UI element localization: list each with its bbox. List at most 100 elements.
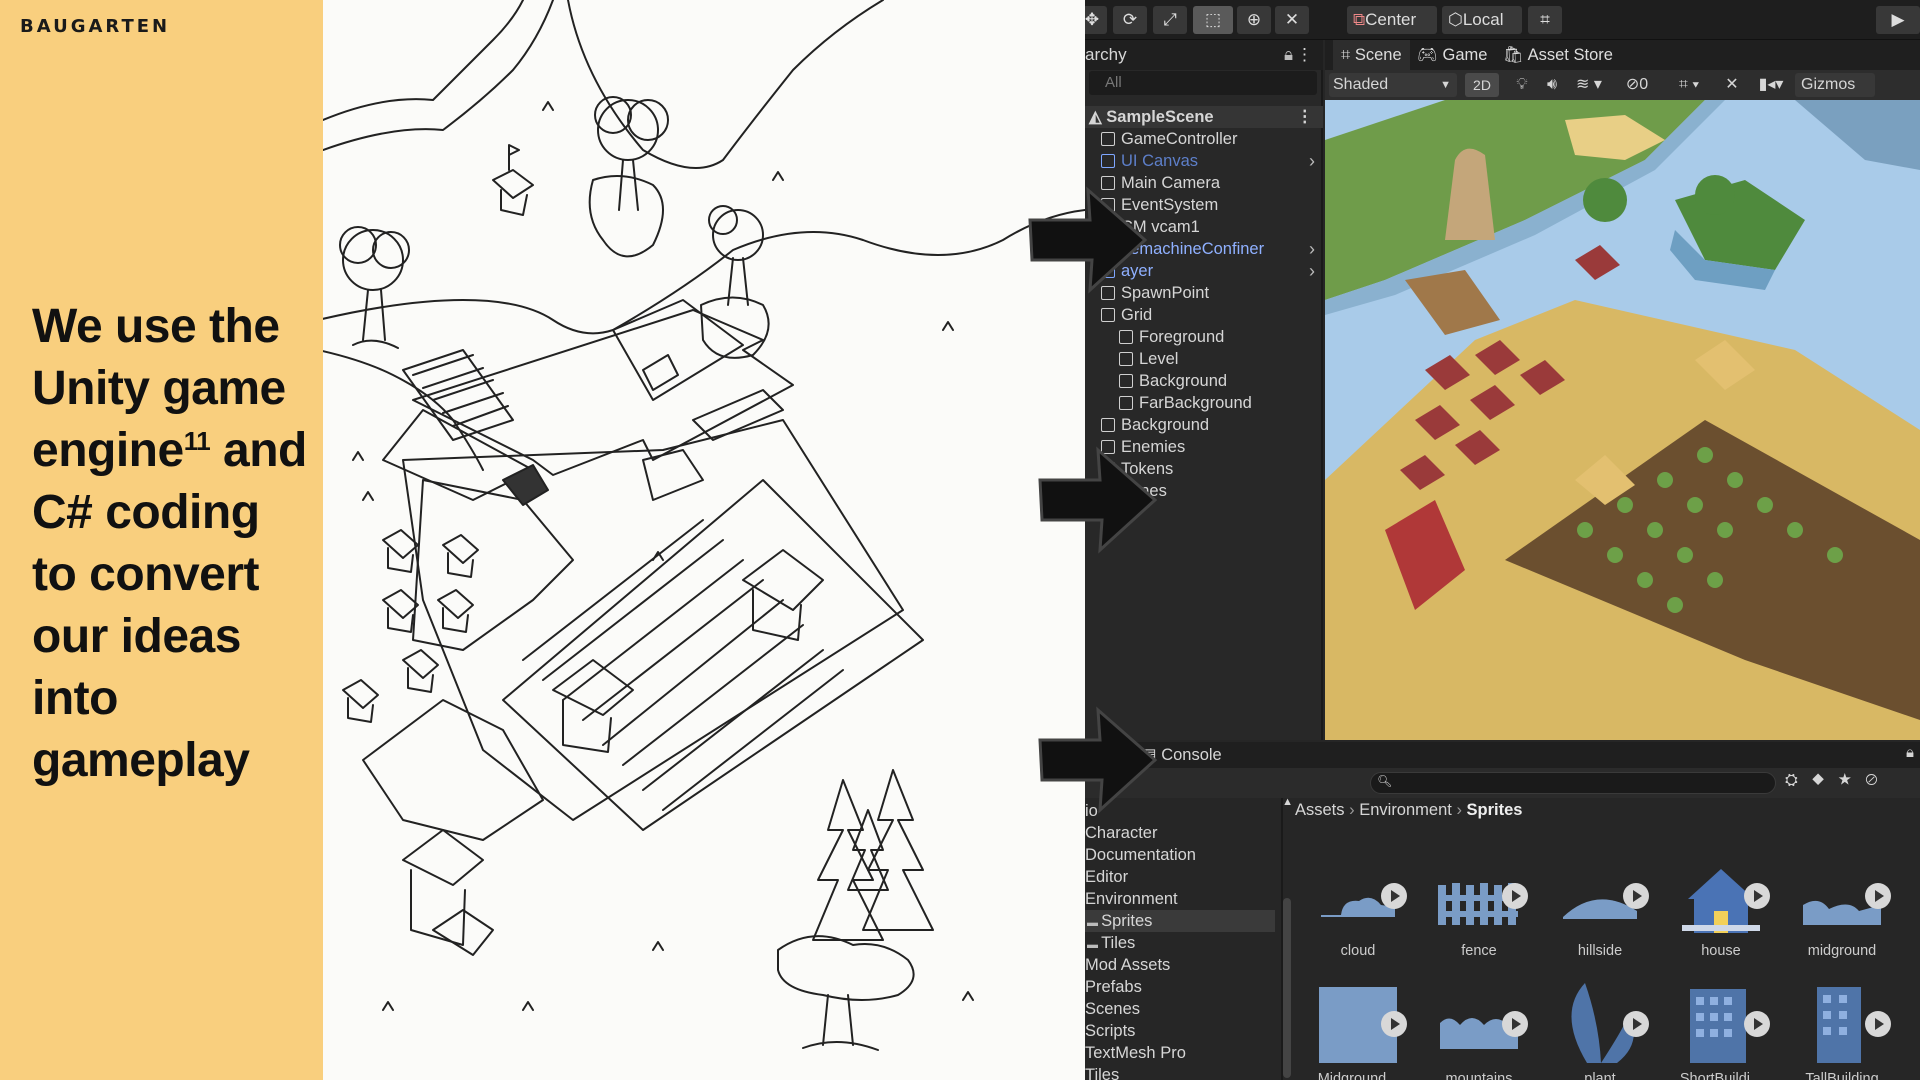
tab-scene[interactable]: ⌗ Scene [1333, 40, 1410, 70]
breadcrumb-assets[interactable]: Assets [1295, 801, 1345, 819]
play-circle-icon[interactable] [1623, 1011, 1649, 1037]
effects-icon[interactable]: ≋ ▾ [1567, 73, 1611, 97]
asset-tile[interactable]: cloud [1303, 855, 1413, 959]
play-circle-icon[interactable] [1381, 1011, 1407, 1037]
gizmos-dropdown[interactable]: Gizmos [1795, 73, 1875, 97]
folder-item[interactable]: ▬ Sprites [1085, 910, 1275, 932]
custom-tool-icon[interactable]: ✕ [1275, 6, 1309, 34]
scale-tool-icon[interactable]: ⤢ [1153, 6, 1187, 34]
shading-mode-dropdown[interactable]: Shaded ▼ [1329, 73, 1457, 97]
search-icon: 🔍︎ [1377, 774, 1393, 788]
folder-item-label: Mod Assets [1085, 956, 1171, 974]
asset-label: ShortBuildi... [1679, 1071, 1763, 1080]
asset-tile[interactable]: mountains [1424, 983, 1534, 1080]
folder-item[interactable]: Tiles [1085, 1064, 1275, 1080]
folder-item[interactable]: Scripts [1085, 1020, 1275, 1042]
asset-tile[interactable]: midground [1787, 855, 1897, 959]
play-circle-icon[interactable] [1744, 1011, 1770, 1037]
folder-item[interactable]: Scenes [1085, 998, 1275, 1020]
chevron-right-icon[interactable]: › [1309, 150, 1315, 172]
asset-tile[interactable]: ShortBuildi... [1666, 983, 1776, 1080]
folder-item-label: Sprites [1101, 912, 1153, 930]
asset-label: cloud [1340, 943, 1376, 959]
2d-mode-toggle[interactable]: 2D [1465, 73, 1499, 97]
footnote-marker: 11 [183, 426, 211, 456]
hierarchy-item[interactable]: Level [1085, 348, 1323, 370]
hierarchy-tab[interactable]: archy 🔒︎ ⋮ [1085, 40, 1323, 70]
kebab-menu-icon[interactable]: ⋮ [1296, 40, 1313, 70]
grid-toggle-icon[interactable]: ⌗ ▾ [1665, 73, 1713, 97]
lock-icon[interactable]: 🔒︎ [1906, 744, 1914, 761]
tab-asset-store[interactable]: 🛍︎ Asset Store [1503, 40, 1613, 70]
hierarchy-search-input[interactable]: All [1089, 71, 1317, 95]
scene-viewport[interactable] [1325, 100, 1920, 740]
hierarchy-item[interactable]: Foreground [1085, 326, 1323, 348]
hierarchy-item[interactable]: Background [1085, 414, 1323, 436]
breadcrumb-environment[interactable]: Environment [1359, 801, 1452, 819]
play-circle-icon[interactable] [1502, 883, 1528, 909]
hierarchy-item[interactable]: GameController [1085, 128, 1323, 150]
play-circle-icon[interactable] [1744, 883, 1770, 909]
play-circle-icon[interactable] [1623, 883, 1649, 909]
sprite-thumbnail [1315, 983, 1407, 1063]
folder-item[interactable]: Prefabs [1085, 976, 1275, 998]
folder-item-label: Documentation [1085, 846, 1196, 864]
headline-line: engine11 and [32, 420, 322, 482]
hierarchy-item-label: GameController [1121, 130, 1238, 148]
play-button[interactable]: ▶ [1876, 6, 1920, 34]
tools-icon[interactable]: ✕ [1717, 73, 1747, 97]
rotate-tool-icon[interactable]: ⟳ [1113, 6, 1147, 34]
sprite-thumbnail [1557, 983, 1649, 1063]
audio-icon[interactable]: 🔊︎ [1537, 73, 1567, 97]
lock-icon[interactable]: 🔒︎ [1284, 40, 1293, 70]
grid-snap-icon[interactable]: ⌗ [1528, 6, 1562, 34]
folder-item-label: TextMesh Pro [1085, 1044, 1186, 1062]
transform-tool-icon[interactable]: ⊕ [1237, 6, 1271, 34]
asset-tile[interactable]: TallBuilding [1787, 983, 1897, 1080]
asset-tile[interactable]: Midground... [1303, 983, 1413, 1080]
brand-logo: BAUGARTEN [20, 16, 171, 37]
hierarchy-item[interactable]: Grid [1085, 304, 1323, 326]
scroll-up-icon[interactable]: ▲ [1282, 796, 1293, 808]
hierarchy-item-label: Grid [1121, 306, 1153, 324]
camera-icon[interactable]: ▮◂▾ [1751, 73, 1791, 97]
asset-tile[interactable]: fence [1424, 855, 1534, 959]
space-local-button[interactable]: ⬡Local [1442, 6, 1522, 34]
project-search-input[interactable]: 🔍︎ [1370, 772, 1776, 794]
folder-item-label: Scripts [1085, 1022, 1136, 1040]
asset-tile[interactable]: house [1666, 855, 1776, 959]
move-tool-icon[interactable]: ✥ [1085, 6, 1107, 34]
folder-item[interactable]: ▬ Tiles [1085, 932, 1275, 954]
rect-tool-icon[interactable]: ⬚ [1193, 6, 1233, 34]
folder-item[interactable]: Mod Assets [1085, 954, 1275, 976]
hierarchy-item[interactable]: UI Canvas › [1085, 150, 1323, 172]
hierarchy-item[interactable]: FarBackground [1085, 392, 1323, 414]
folder-scrollbar[interactable] [1283, 898, 1291, 1078]
folder-item-label: Scenes [1085, 1000, 1141, 1018]
chevron-right-icon[interactable]: › [1309, 260, 1315, 282]
sprite-thumbnail [1436, 983, 1528, 1063]
play-circle-icon[interactable] [1381, 883, 1407, 909]
project-filter-icons[interactable]: ⛭◆★⊘ [1785, 772, 1915, 794]
play-circle-icon[interactable] [1865, 1011, 1891, 1037]
asset-tile[interactable]: hillside [1545, 855, 1655, 959]
folder-item[interactable]: TextMesh Pro [1085, 1042, 1275, 1064]
folder-item[interactable]: Character [1085, 822, 1275, 844]
pivot-center-button[interactable]: ⧉Center [1347, 6, 1437, 34]
play-circle-icon[interactable] [1502, 1011, 1528, 1037]
kebab-menu-icon[interactable]: ⋮ [1297, 106, 1314, 128]
folder-item[interactable]: Documentation [1085, 844, 1275, 866]
hierarchy-item-label: FarBackground [1139, 394, 1252, 412]
hierarchy-item[interactable]: Background [1085, 370, 1323, 392]
folder-item[interactable]: Editor [1085, 866, 1275, 888]
tab-game[interactable]: 🎮︎ Game [1417, 40, 1487, 70]
lighting-icon[interactable]: 💡︎ [1507, 73, 1537, 97]
asset-tile[interactable]: plant [1545, 983, 1655, 1080]
folder-item[interactable]: Environment [1085, 888, 1275, 910]
breadcrumb-sprites[interactable]: Sprites [1467, 801, 1523, 819]
scene-view-tabs: ⌗ Scene 🎮︎ Game 🛍︎ Asset Store [1325, 40, 1920, 70]
hidden-objects-toggle[interactable]: ⊘0 [1615, 73, 1659, 97]
scene-root-row[interactable]: ◭ SampleScene ⋮ [1085, 106, 1323, 128]
chevron-right-icon[interactable]: › [1309, 238, 1315, 260]
play-circle-icon[interactable] [1865, 883, 1891, 909]
